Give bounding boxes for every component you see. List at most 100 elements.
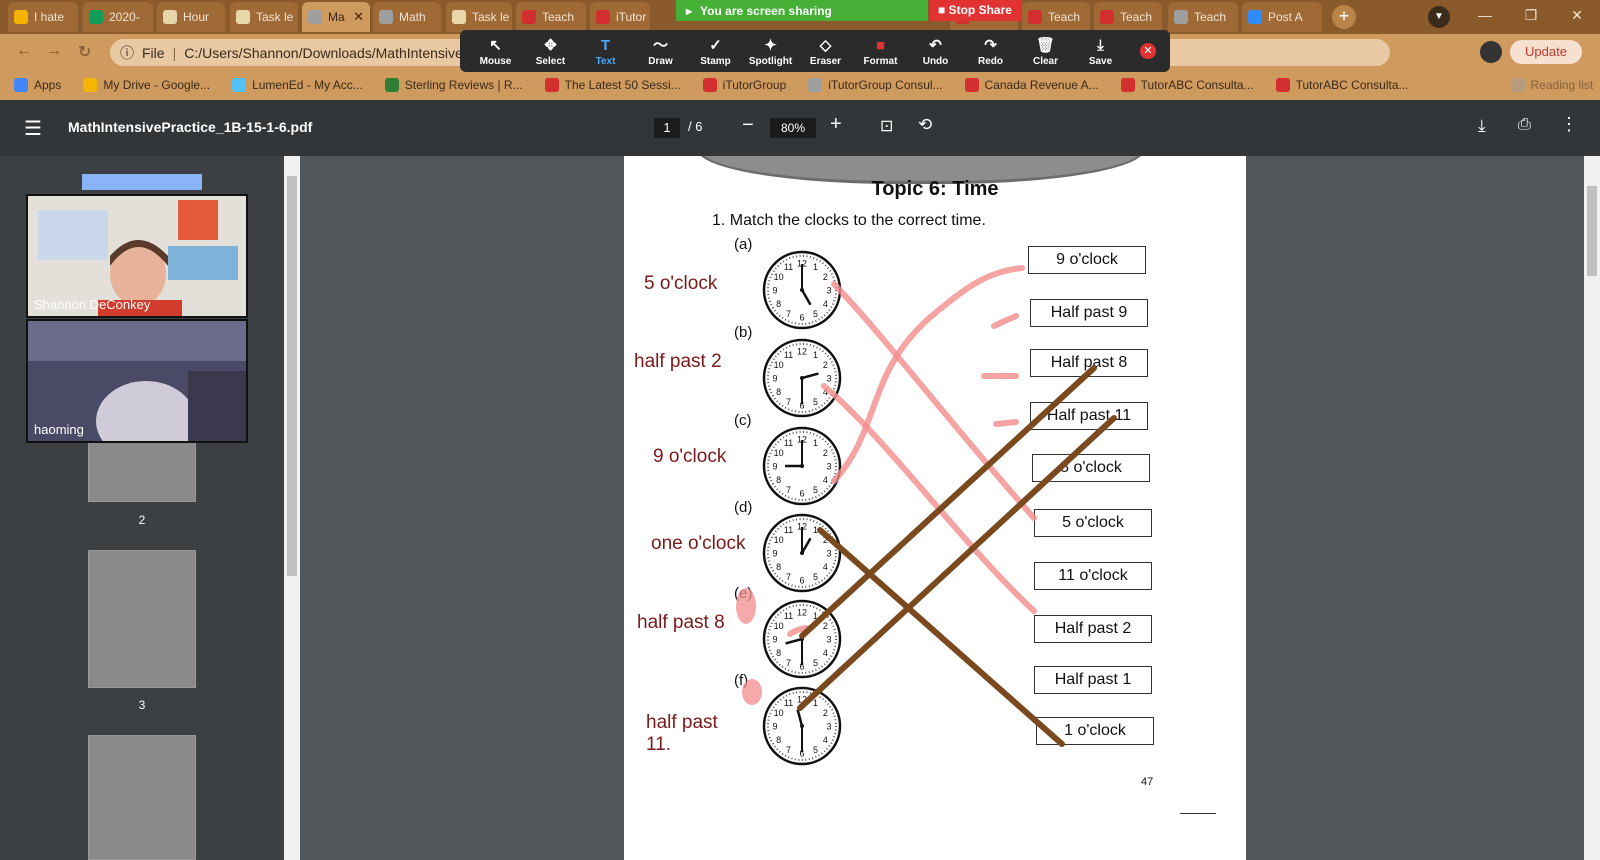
screen-sharing-banner: ▸ You are screen sharing — [676, 0, 928, 21]
bookmark-item[interactable]: TutorABC Consulta... — [1275, 78, 1409, 92]
tool-format[interactable]: ■ Format — [853, 36, 908, 67]
answer-box: 8 o'clock — [1032, 454, 1150, 482]
browser-tab[interactable]: Ma ✕ — [302, 2, 370, 32]
bookmark-item[interactable]: LumenEd - My Acc... — [232, 78, 363, 92]
bookmark-item[interactable]: iTutorGroup — [702, 78, 787, 92]
clock-numeral: 11 — [784, 262, 793, 272]
clock-numeral: 10 — [774, 272, 784, 282]
tool-save[interactable]: ⤓ Save — [1073, 36, 1128, 67]
browser-tab[interactable]: I hate — [8, 2, 78, 32]
clock-numeral: 8 — [776, 735, 781, 745]
tool-label: Mouse — [479, 55, 512, 67]
update-button[interactable]: Update — [1510, 40, 1582, 64]
handwritten-answer: half past 8 — [637, 612, 725, 633]
restore-icon[interactable]: ❐ — [1508, 0, 1554, 30]
clock-numeral: 8 — [776, 387, 781, 397]
tool-undo[interactable]: ↶ Undo — [908, 36, 963, 67]
bookmark-icon — [544, 78, 559, 92]
page-thumbnail-4[interactable] — [88, 735, 196, 860]
selected-thumbnail[interactable] — [82, 174, 202, 190]
tool-text[interactable]: T Text — [578, 36, 633, 67]
print-icon[interactable]: ⎙ — [1518, 116, 1531, 134]
sidebar-scrollbar[interactable] — [284, 156, 300, 860]
menu-icon[interactable]: ☰ — [24, 116, 42, 141]
clock-numeral: 9 — [772, 722, 777, 732]
bookmark-label: Sterling Reviews | R... — [404, 78, 523, 92]
tool-clear[interactable]: 🗑 Clear — [1018, 36, 1073, 67]
clock-numeral: 3 — [826, 635, 831, 645]
browser-tab[interactable]: 2020- — [83, 2, 153, 32]
undo-icon: ↶ — [929, 36, 942, 54]
pink-annotation-stroke — [993, 419, 1019, 427]
bookmark-item[interactable]: TutorABC Consulta... — [1120, 78, 1254, 92]
page-scrollbar[interactable] — [1584, 156, 1600, 860]
page-number-input[interactable]: 1 — [654, 118, 680, 138]
bookmark-icon — [14, 78, 28, 92]
zoom-in-icon[interactable]: + — [830, 113, 842, 136]
back-icon[interactable]: ← — [16, 42, 32, 60]
tool-draw[interactable]: 〜 Draw — [633, 36, 688, 67]
tool-eraser[interactable]: ◇ Eraser — [798, 36, 853, 67]
close-toolbar-icon[interactable]: ✕ — [1140, 43, 1156, 59]
bookmark-item[interactable]: Reading list — [1510, 78, 1593, 92]
browser-tab[interactable]: Task le — [230, 2, 298, 32]
page-thumbnail-3[interactable] — [88, 550, 196, 688]
bookmark-item[interactable]: Sterling Reviews | R... — [384, 78, 523, 92]
download-icon[interactable]: ⤓ — [1478, 116, 1486, 136]
answer-box: Half past 2 — [1034, 615, 1152, 643]
tab-label: Ma — [328, 10, 345, 24]
new-tab-button[interactable]: + — [1332, 5, 1356, 29]
fit-page-icon[interactable]: ⊡ — [880, 116, 893, 136]
browser-tab[interactable]: iTutor — [590, 2, 650, 32]
tool-stamp[interactable]: ✓ Stamp — [688, 36, 743, 67]
bookmark-item[interactable]: iTutorGroup Consul... — [808, 78, 943, 92]
close-tab-icon[interactable]: ✕ — [353, 9, 364, 25]
clock-numeral: 11 — [784, 698, 793, 708]
bookmark-item[interactable]: Canada Revenue A... — [964, 78, 1099, 92]
tab-favicon-icon — [163, 10, 177, 24]
rotate-icon[interactable]: ⟲ — [918, 115, 932, 135]
redo-icon: ↷ — [984, 36, 997, 54]
forward-icon[interactable]: → — [46, 42, 62, 60]
mouse-icon: ↖ — [489, 36, 502, 54]
browser-tab[interactable]: Teach — [516, 2, 586, 32]
video-tile-teacher[interactable]: Shannon DeConkey — [26, 194, 248, 318]
sidebar-scroll-thumb[interactable] — [287, 176, 297, 576]
tab-search-icon[interactable]: ▼ — [1428, 6, 1450, 28]
more-options-icon[interactable]: ⋮ — [1560, 114, 1578, 135]
tool-spotlight[interactable]: ✦ Spotlight — [743, 36, 798, 67]
browser-tab[interactable]: Math — [373, 2, 441, 32]
handwritten-answer: one o'clock — [651, 533, 746, 554]
tool-redo[interactable]: ↷ Redo — [963, 36, 1018, 67]
bookmark-item[interactable]: My Drive - Google... — [83, 78, 210, 92]
clock-numeral: 10 — [774, 535, 784, 545]
reload-icon[interactable]: ↻ — [78, 42, 91, 62]
profile-avatar[interactable] — [1480, 41, 1502, 63]
bookmark-item[interactable]: Apps — [14, 78, 61, 92]
tab-favicon-icon — [1100, 10, 1114, 24]
clock-numeral: 12 — [797, 347, 807, 357]
bookmark-label: Canada Revenue A... — [984, 78, 1099, 92]
minimize-icon[interactable]: — — [1462, 0, 1508, 30]
bookmark-item[interactable]: The Latest 50 Sessi... — [544, 78, 681, 92]
browser-tab[interactable]: Task le — [446, 2, 512, 32]
browser-tab[interactable]: Post A — [1242, 2, 1322, 32]
zoom-out-icon[interactable]: − — [742, 114, 754, 137]
close-window-icon[interactable]: ✕ — [1554, 0, 1600, 30]
bookmark-label: iTutorGroup — [722, 78, 787, 92]
tab-favicon-icon — [1248, 10, 1262, 24]
clock-numeral: 11 — [784, 350, 793, 360]
page-scroll-thumb[interactable] — [1587, 186, 1597, 276]
browser-tab[interactable]: Teach — [1022, 2, 1090, 32]
handwritten-answer: half past 2 — [634, 351, 722, 372]
video-tile-student[interactable]: haoming — [26, 319, 248, 443]
browser-tab[interactable]: Teach — [1094, 2, 1162, 32]
browser-tab[interactable]: Hour — [157, 2, 225, 32]
zoom-level-input[interactable]: 80% — [770, 118, 816, 138]
info-icon[interactable]: ⓘ — [120, 43, 134, 63]
question-label: (f) — [734, 672, 749, 689]
stop-share-button[interactable]: ■ Stop Share — [930, 0, 1022, 21]
tool-mouse[interactable]: ↖ Mouse — [468, 36, 523, 67]
tool-select[interactable]: ✥ Select — [523, 36, 578, 67]
browser-tab[interactable]: Teach — [1168, 2, 1238, 32]
